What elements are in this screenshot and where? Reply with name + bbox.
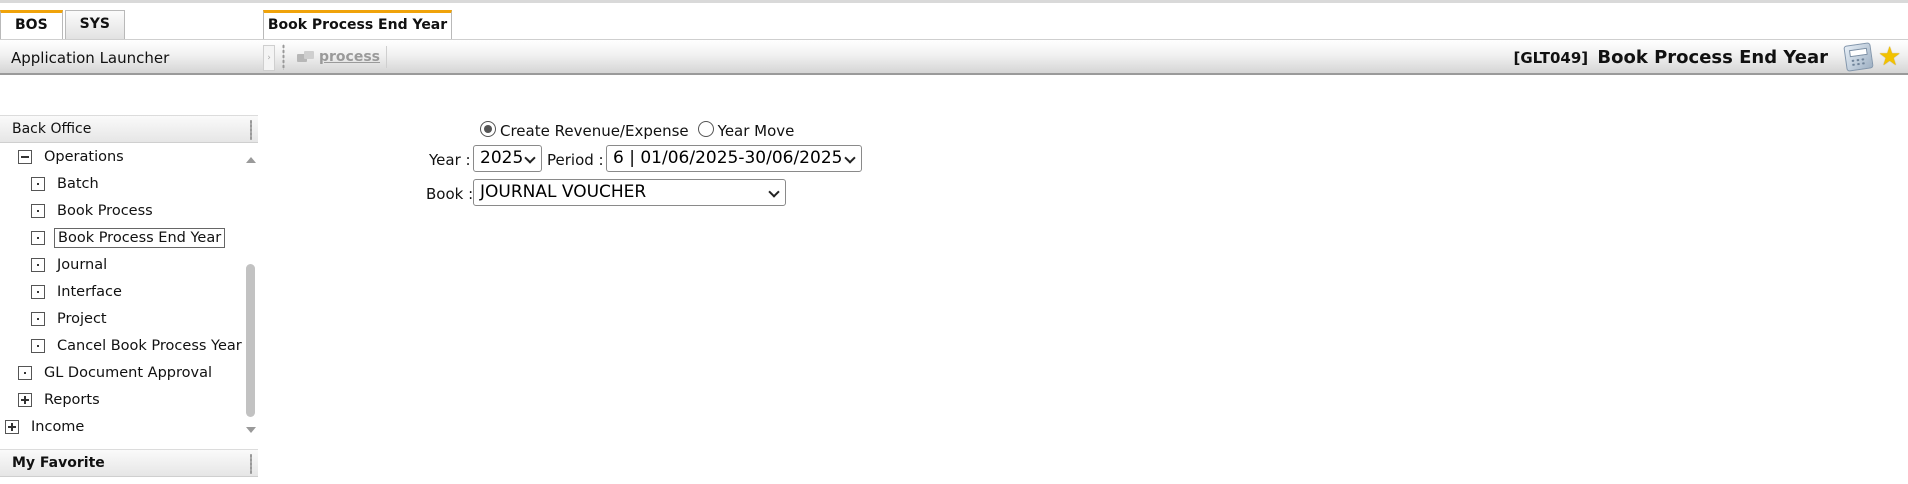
sidebar-item-label: Income [31,419,85,435]
sidebar-header-back-office[interactable]: Back Office [0,115,258,143]
sidebar-scrollbar-thumb[interactable] [246,264,255,417]
radio-year-move[interactable] [697,121,714,137]
sidebar-item-income[interactable]: Income [5,416,87,438]
chevron-down-icon [768,186,780,198]
scroll-down-arrow-icon[interactable] [244,424,258,436]
sidebar-item-cancel-book-process-year[interactable]: Cancel Book Process Year [31,335,245,357]
book-label: Book : [426,185,474,203]
sidebar-item-reports[interactable]: Reports [18,389,103,411]
leaf-node-icon [31,231,45,245]
sidebar-item-label: Reports [44,392,100,408]
tab-bos[interactable]: BOS [0,10,63,39]
app-tab-strip: BOS SYS [0,10,127,39]
sidebar-item-operations[interactable]: Operations [18,146,127,168]
sidebar-grip-icon [250,120,252,140]
process-button-label: process [319,49,381,65]
leaf-node-icon [31,258,45,272]
chevron-down-icon [524,152,536,164]
leaf-node-icon [18,366,32,380]
process-type-radio-group: Create Revenue/Expense Year Move [480,118,803,140]
period-select[interactable]: 6 | 01/06/2025-30/06/2025 [606,145,862,172]
radio-label: Create Revenue/Expense [500,122,689,140]
sidebar-item-label: Book Process End Year [54,228,226,248]
sidebar-item-interface[interactable]: Interface [31,281,125,303]
leaf-node-icon [31,177,45,191]
process-icon [297,51,315,63]
sidebar-item-label: Operations [44,149,124,165]
toolbar-grip-icon [282,44,285,70]
period-label: Period : [547,151,604,169]
book-select[interactable]: JOURNAL VOUCHER [473,179,786,206]
book-select-value: JOURNAL VOUCHER [480,182,647,202]
sidebar-item-label: Cancel Book Process Year [57,338,242,354]
expand-icon[interactable] [5,420,19,434]
leaf-node-icon [31,312,45,326]
sidebar-item-gl-document-approval[interactable]: GL Document Approval [18,362,215,384]
header-bar: Application Launcher › process [GLT049] … [0,39,1908,75]
tab-book-process-end-year[interactable]: Book Process End Year [263,10,452,39]
sidebar-item-label: GL Document Approval [44,365,212,381]
sidebar-item-journal[interactable]: Journal [31,254,110,276]
page-title: [GLT049] Book Process End Year [1513,47,1828,68]
year-select-value: 2025 [480,148,524,168]
period-select-value: 6 | 01/06/2025-30/06/2025 [613,148,843,168]
sidebar-item-book-process-end-year[interactable]: Book Process End Year [31,227,226,249]
sidebar-item-project[interactable]: Project [31,308,110,330]
star-icon[interactable]: ★ [1878,43,1901,71]
sidebar-grip-icon [250,454,252,474]
page-title-text: Book Process End Year [1597,47,1828,68]
leaf-node-icon [31,285,45,299]
expand-icon[interactable] [18,393,32,407]
sidebar-item-label: Interface [57,284,122,300]
sidebar-item-batch[interactable]: Batch [31,173,102,195]
sidebar-item-label: Book Process [57,203,153,219]
radio-create-revenue-expense[interactable] [480,121,496,137]
year-select[interactable]: 2025 [473,145,542,172]
scroll-up-arrow-icon[interactable] [244,154,258,166]
radio-label: Year Move [717,122,795,140]
leaf-node-icon [31,339,45,353]
page-code: [GLT049] [1513,49,1589,67]
collapse-icon[interactable] [18,150,32,164]
sidebar-item-book-process[interactable]: Book Process [31,200,156,222]
sidebar-item-label: Batch [57,176,99,192]
application-launcher[interactable]: Application Launcher [11,49,169,67]
sidebar-header-my-favorite[interactable]: My Favorite [0,449,258,477]
sidebar-item-label: Journal [57,257,108,273]
process-button[interactable]: process [292,46,388,68]
top-border [0,0,1908,3]
chevron-down-icon [844,152,856,164]
sidebar-header-label: My Favorite [12,455,105,471]
sidebar-header-label: Back Office [12,121,92,137]
year-label: Year : [429,151,471,169]
tab-sys[interactable]: SYS [64,10,125,39]
sidebar-item-label: Project [57,311,107,327]
leaf-node-icon [31,204,45,218]
calculator-icon[interactable] [1843,42,1874,72]
collapse-sidebar-handle[interactable]: › [263,45,275,71]
